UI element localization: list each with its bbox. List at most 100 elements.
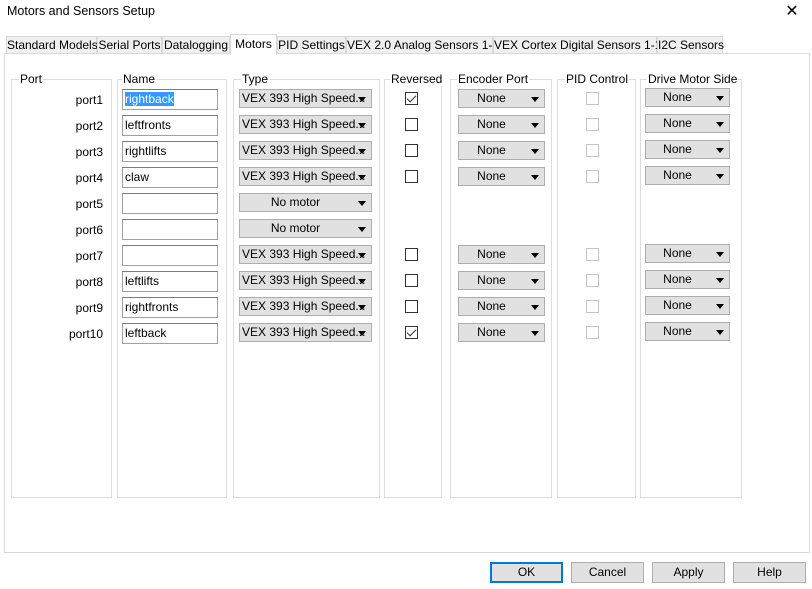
chevron-down-icon (716, 330, 724, 335)
motor-type-dropdown[interactable]: VEX 393 High Speed... (239, 271, 372, 290)
pid-group (557, 79, 636, 498)
encoder-port-dropdown[interactable]: None (458, 323, 545, 342)
motor-name-text: leftlifts (125, 274, 160, 288)
reversed-checkbox[interactable] (405, 248, 418, 261)
pid-control-checkbox[interactable] (586, 326, 599, 339)
drive-side-value: None (663, 116, 692, 130)
encoder-port-dropdown[interactable]: None (458, 271, 545, 290)
motor-type-dropdown[interactable]: VEX 393 High Speed... (239, 167, 372, 186)
encoder-port-dropdown[interactable]: None (458, 167, 545, 186)
motor-name-field[interactable]: leftfronts (122, 115, 218, 136)
motor-name-field[interactable] (122, 245, 218, 266)
pid-control-checkbox[interactable] (586, 118, 599, 131)
chevron-down-icon (716, 304, 724, 309)
motor-name-field[interactable]: rightback (122, 89, 218, 110)
reversed-checkbox[interactable] (405, 118, 418, 131)
reversed-checkbox[interactable] (405, 274, 418, 287)
chevron-down-icon (358, 201, 366, 206)
ok-button[interactable]: OK (490, 562, 563, 583)
motor-name-text: leftback (125, 326, 167, 340)
motor-type-dropdown[interactable]: VEX 393 High Speed... (239, 141, 372, 160)
motor-type-dropdown[interactable]: VEX 393 High Speed... (239, 115, 372, 134)
drive-side-dropdown[interactable]: None (645, 296, 730, 315)
drive-side-dropdown[interactable]: None (645, 140, 730, 159)
encoder-port-dropdown[interactable]: None (458, 245, 545, 264)
pid-control-checkbox[interactable] (586, 274, 599, 287)
chevron-down-icon (531, 305, 539, 310)
chevron-down-icon (358, 331, 366, 336)
motor-type-dropdown[interactable]: VEX 393 High Speed... (239, 89, 372, 108)
reversed-checkbox[interactable] (405, 326, 418, 339)
reversed-checkbox[interactable] (405, 144, 418, 157)
pid-header: PID Control (565, 72, 630, 86)
title-bar: Motors and Sensors Setup ✕ (0, 0, 812, 26)
help-button[interactable]: Help (733, 562, 806, 583)
motor-name-field[interactable]: leftback (122, 323, 218, 344)
drive-side-dropdown[interactable]: None (645, 244, 730, 263)
port-header: Port (19, 72, 44, 86)
motor-type-value: VEX 393 High Speed... (242, 117, 366, 131)
name-header: Name (122, 72, 157, 86)
drive-side-value: None (663, 168, 692, 182)
motor-type-dropdown[interactable]: VEX 393 High Speed... (239, 323, 372, 342)
pid-control-checkbox[interactable] (586, 170, 599, 183)
pid-control-checkbox[interactable] (586, 248, 599, 261)
drive-side-value: None (663, 324, 692, 338)
tab-strip: Standard Models Serial Ports Datalogging… (0, 34, 812, 55)
pid-control-checkbox[interactable] (586, 92, 599, 105)
drive-side-value: None (663, 90, 692, 104)
port-label: port10 (68, 327, 103, 341)
reversed-checkbox[interactable] (405, 92, 418, 105)
pid-control-checkbox[interactable] (586, 300, 599, 313)
encoder-port-dropdown[interactable]: None (458, 89, 545, 108)
encoder-port-value: None (477, 91, 506, 105)
drive-side-dropdown[interactable]: None (645, 114, 730, 133)
reversed-checkbox[interactable] (405, 300, 418, 313)
reversed-group (384, 79, 442, 498)
drive-side-value: None (663, 272, 692, 286)
chevron-down-icon (358, 175, 366, 180)
motor-name-field[interactable]: rightlifts (122, 141, 218, 162)
port-label: port2 (75, 119, 103, 133)
motor-name-text: rightlifts (125, 144, 167, 158)
drive-side-dropdown[interactable]: None (645, 166, 730, 185)
cancel-button[interactable]: Cancel (571, 562, 644, 583)
encoder-port-dropdown[interactable]: None (458, 141, 545, 160)
encoder-port-value: None (477, 325, 506, 339)
motor-name-text: claw (125, 170, 150, 184)
chevron-down-icon (358, 149, 366, 154)
chevron-down-icon (531, 331, 539, 336)
encoder-port-dropdown[interactable]: None (458, 115, 545, 134)
motor-name-field[interactable] (122, 219, 218, 240)
motor-type-dropdown[interactable]: No motor (239, 193, 372, 212)
motor-name-field[interactable]: rightfronts (122, 297, 218, 318)
motor-name-field[interactable] (122, 193, 218, 214)
motor-type-value: VEX 393 High Speed... (242, 169, 366, 183)
pid-control-checkbox[interactable] (586, 144, 599, 157)
motor-name-field[interactable]: claw (122, 167, 218, 188)
motor-type-dropdown[interactable]: No motor (239, 219, 372, 238)
reversed-header: Reversed (390, 72, 444, 86)
chevron-down-icon (358, 305, 366, 310)
encoder-port-value: None (477, 299, 506, 313)
encoder-port-dropdown[interactable]: None (458, 297, 545, 316)
motor-name-field[interactable]: leftlifts (122, 271, 218, 292)
motor-name-text: leftfronts (125, 118, 172, 132)
encoder-port-value: None (477, 273, 506, 287)
drive-side-dropdown[interactable]: None (645, 322, 730, 341)
drive-side-dropdown[interactable]: None (645, 88, 730, 107)
drive-side-dropdown[interactable]: None (645, 270, 730, 289)
apply-button[interactable]: Apply (652, 562, 725, 583)
chevron-down-icon (716, 122, 724, 127)
motor-type-dropdown[interactable]: VEX 393 High Speed... (239, 245, 372, 264)
reversed-checkbox[interactable] (405, 170, 418, 183)
motor-type-dropdown[interactable]: VEX 393 High Speed... (239, 297, 372, 316)
drive-side-value: None (663, 142, 692, 156)
chevron-down-icon (716, 252, 724, 257)
port-label: port4 (75, 171, 103, 185)
chevron-down-icon (716, 278, 724, 283)
chevron-down-icon (716, 96, 724, 101)
close-icon[interactable]: ✕ (782, 2, 802, 22)
window-title: Motors and Sensors Setup (7, 4, 155, 18)
tab-motors[interactable]: Motors (230, 34, 277, 55)
